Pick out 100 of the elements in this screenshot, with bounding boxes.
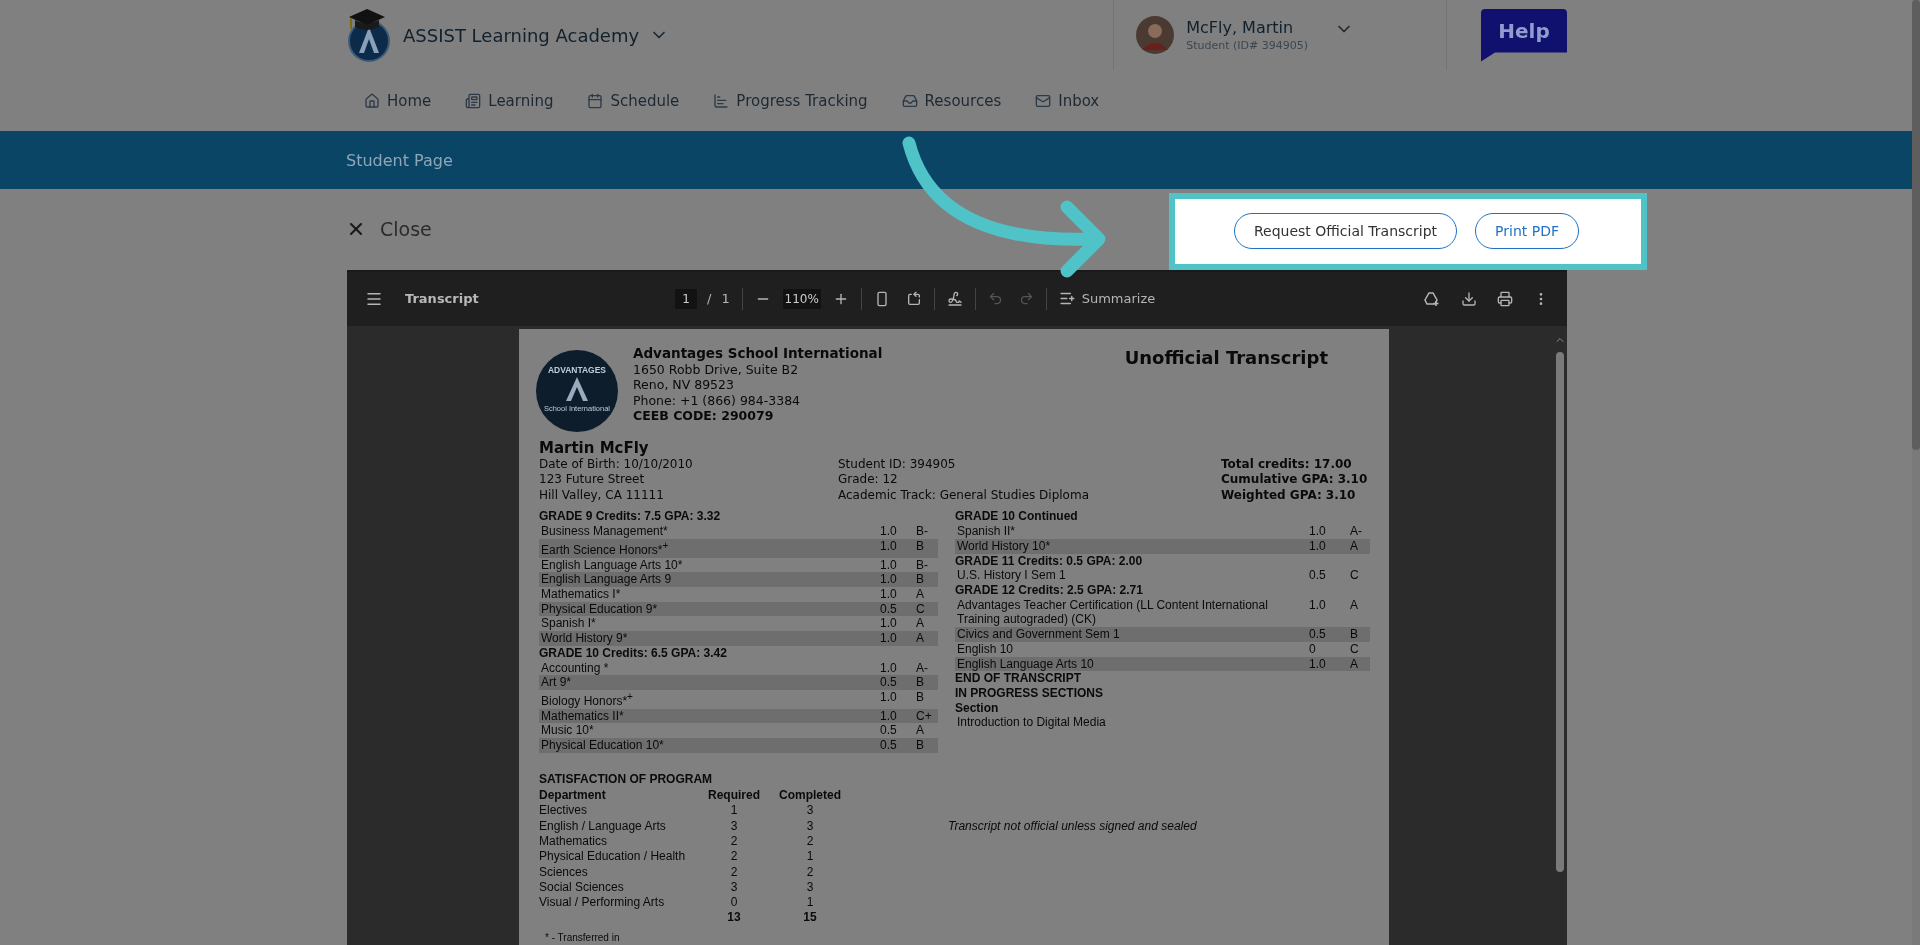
disclaimer: Transcript not official unless signed and sealed bbox=[948, 818, 1197, 834]
print-icon[interactable] bbox=[1497, 291, 1513, 307]
course-name: U.S. History I Sem 1 bbox=[957, 568, 1067, 583]
print-button[interactable]: Print PDF bbox=[1475, 213, 1579, 250]
section-heading: END OF TRANSCRIPT bbox=[955, 671, 1082, 686]
course-name: English Language Arts 10* bbox=[541, 557, 684, 573]
course-grade: A bbox=[1350, 656, 1359, 672]
page-total: 1 bbox=[721, 291, 730, 307]
course-grade: B bbox=[1350, 627, 1359, 642]
course-credits: 1.0 bbox=[1309, 538, 1327, 554]
nav-link[interactable]: Inbox bbox=[1035, 91, 1100, 110]
nav-link[interactable]: Home bbox=[364, 91, 432, 110]
course-credits: 1.0 bbox=[880, 708, 898, 724]
course-grade: A- bbox=[1350, 524, 1363, 539]
course-credits: 1.0 bbox=[880, 616, 898, 632]
section-heading: GRADE 11 Credits: 0.5 GPA: 2.00 bbox=[955, 553, 1144, 569]
course-grade: B- bbox=[916, 524, 929, 539]
zoom-input[interactable]: 110% bbox=[782, 289, 821, 309]
table-cell-text: 3 bbox=[805, 879, 815, 896]
table-cell-text: 3 bbox=[729, 879, 739, 896]
request-button[interactable]: Request Official Transcript bbox=[1233, 213, 1458, 250]
course-grade: A bbox=[916, 631, 925, 646]
table-cell-text: 1 bbox=[729, 803, 739, 819]
rotate-icon[interactable] bbox=[905, 291, 922, 307]
table-cell-text: 2 bbox=[729, 864, 739, 880]
course-grade: C+ bbox=[916, 708, 933, 724]
page-separator: / bbox=[707, 291, 712, 307]
course-name: World History 9* bbox=[541, 631, 629, 646]
user-role: Student (ID# 394905) bbox=[1186, 39, 1308, 52]
course-name: Physical Education 10* bbox=[541, 738, 665, 753]
student-detail: Hill Valley, CA 11111 bbox=[539, 488, 665, 504]
column-header: Department bbox=[539, 788, 607, 804]
course-grade: A bbox=[916, 616, 925, 632]
student-total: Total credits: 17.00 bbox=[1221, 457, 1353, 473]
menu-icon[interactable] bbox=[365, 290, 383, 308]
section-heading: IN PROGRESS SECTIONS bbox=[955, 685, 1105, 701]
student-detail: Date of Birth: 10/10/2010 bbox=[539, 457, 694, 473]
table-cell-text: Social Sciences bbox=[539, 879, 625, 896]
scrollbar-thumb[interactable] bbox=[1912, 0, 1920, 450]
signature-icon[interactable] bbox=[946, 291, 963, 307]
course-grade: A- bbox=[916, 660, 929, 676]
home-icon bbox=[364, 92, 380, 109]
section-heading: GRADE 12 Credits: 2.5 GPA: 2.71 bbox=[955, 583, 1144, 598]
student-detail: 123 Future Street bbox=[539, 472, 646, 488]
page-banner-title: Student Page bbox=[346, 150, 453, 170]
help-button[interactable]: Help bbox=[1481, 8, 1567, 62]
course-name: English 10 bbox=[957, 641, 1015, 657]
course-name: Mathematics II* bbox=[541, 708, 625, 724]
course-grade: B- bbox=[916, 557, 929, 573]
section-heading: GRADE 9 Credits: 7.5 GPA: 3.32 bbox=[539, 509, 722, 525]
scrollbar-thumb[interactable] bbox=[1556, 352, 1564, 872]
table-cell-text: English / Language Arts bbox=[539, 818, 667, 834]
table-cell-text: 3 bbox=[729, 818, 739, 834]
total-cell-text: 15 bbox=[802, 910, 818, 926]
course-grade: A bbox=[916, 587, 925, 602]
course-credits: 0.5 bbox=[1309, 568, 1327, 583]
table-cell-text: Electives bbox=[539, 803, 589, 819]
school-address: Reno, NV 89523 bbox=[633, 377, 735, 393]
course-credits: 0.5 bbox=[880, 601, 898, 617]
course-name: Art 9* bbox=[541, 675, 572, 690]
school-name: Advantages School International bbox=[633, 345, 884, 362]
close-button[interactable]: Close bbox=[346, 218, 432, 241]
course-credits: 0.5 bbox=[880, 723, 898, 739]
course-credits: 1.0 bbox=[880, 689, 898, 706]
table-cell-text: Visual / Performing Arts bbox=[539, 895, 666, 911]
course-credits: 1.0 bbox=[880, 631, 898, 646]
satisfaction-title: SATISFACTION OF PROGRAM bbox=[539, 771, 714, 788]
nav-link[interactable]: Resources bbox=[901, 91, 1002, 110]
school-address: 1650 Robb Drive, Suite B2 bbox=[633, 362, 800, 378]
course-credits: 0.5 bbox=[880, 675, 898, 690]
course-grade: B bbox=[916, 538, 925, 555]
course-name: Spanish II* bbox=[957, 524, 1017, 539]
course-credits: 1.0 bbox=[1309, 524, 1327, 539]
course-credits: 1.0 bbox=[880, 524, 898, 539]
academy-title[interactable]: ASSIST Learning Academy bbox=[403, 24, 640, 46]
student-name: Martin McFly bbox=[539, 439, 650, 457]
page-input[interactable]: 1 bbox=[675, 289, 697, 309]
course-name: Music 10* bbox=[541, 723, 595, 739]
ceeb-code: CEEB CODE: 290079 bbox=[633, 408, 775, 424]
course-name: Civics and Government Sem 1 bbox=[957, 627, 1121, 642]
footnote: * - Transferred in bbox=[545, 930, 621, 945]
progress-icon bbox=[713, 92, 730, 109]
summarize-button[interactable]: Summarize bbox=[1058, 290, 1156, 308]
academy-logo bbox=[345, 7, 393, 63]
course-grade: C bbox=[916, 601, 926, 617]
learning-icon bbox=[465, 92, 482, 109]
nav-link[interactable]: Learning bbox=[465, 91, 554, 110]
course-name: English Language Arts 10 bbox=[957, 656, 1095, 672]
transcript-title: Unofficial Transcript bbox=[1124, 347, 1328, 370]
school-address: Phone: +1 (866) 984-3384 bbox=[633, 393, 802, 409]
total-cell-text: 13 bbox=[726, 910, 742, 926]
course-credits: 1.0 bbox=[880, 557, 898, 573]
table-cell-text: 2 bbox=[729, 849, 739, 865]
nav-link[interactable]: Schedule bbox=[587, 91, 680, 110]
table-cell-text: 2 bbox=[805, 833, 815, 850]
nav-link[interactable]: Progress Tracking bbox=[713, 91, 868, 110]
course-credits: 1.0 bbox=[1309, 656, 1327, 672]
course-name: Introduction to Digital Media bbox=[956, 715, 1107, 731]
download-icon[interactable] bbox=[1461, 291, 1477, 307]
course-credits: 1.0 bbox=[880, 538, 898, 555]
